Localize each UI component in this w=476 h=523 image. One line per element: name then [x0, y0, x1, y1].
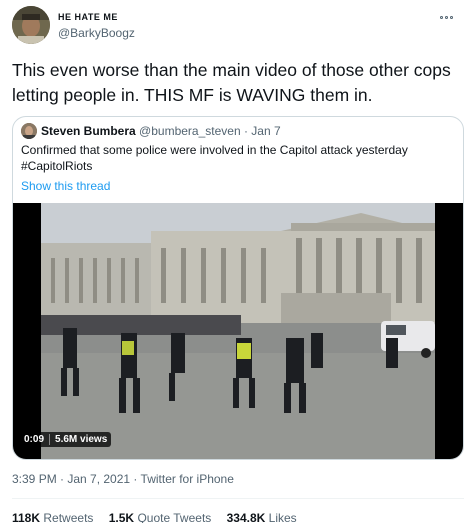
avatar[interactable] [12, 6, 50, 44]
video-player[interactable]: 0:09 5.6M views [13, 203, 463, 459]
handle[interactable]: @BarkyBoogz [58, 26, 135, 40]
video-overlay: 0:09 5.6M views [20, 432, 112, 447]
video-views: 5.6M views [55, 434, 108, 445]
tweet-stats: 118K Retweets 1.5K Quote Tweets 334.8K L… [12, 511, 309, 523]
tweet-timestamp[interactable]: 3:39 PM · Jan 7, 2021 · Twitter for iPho… [12, 472, 234, 486]
display-name[interactable]: HE HATE ME [58, 12, 118, 22]
quoted-tweet[interactable]: Steven Bumbera @bumbera_steven · Jan 7 C… [12, 116, 464, 460]
quoted-handle: @bumbera_steven [139, 124, 241, 138]
divider [12, 498, 464, 499]
quoted-name: Steven Bumbera [41, 124, 136, 138]
more-icon[interactable] [440, 12, 460, 22]
tweet-text: This even worse than the main video of t… [12, 60, 451, 105]
video-frame [41, 203, 435, 459]
quoted-avatar [21, 123, 37, 139]
show-thread-link[interactable]: Show this thread [21, 179, 110, 193]
likes-stat[interactable]: 334.8K Likes [227, 511, 297, 523]
video-duration: 0:09 [24, 434, 45, 445]
quoted-header: Steven Bumbera @bumbera_steven · Jan 7 [41, 124, 281, 138]
quote-tweets-stat[interactable]: 1.5K Quote Tweets [109, 511, 212, 523]
retweets-stat[interactable]: 118K Retweets [12, 511, 93, 523]
quoted-text: Confirmed that some police were involved… [21, 143, 408, 173]
quoted-date: · Jan 7 [243, 124, 281, 138]
